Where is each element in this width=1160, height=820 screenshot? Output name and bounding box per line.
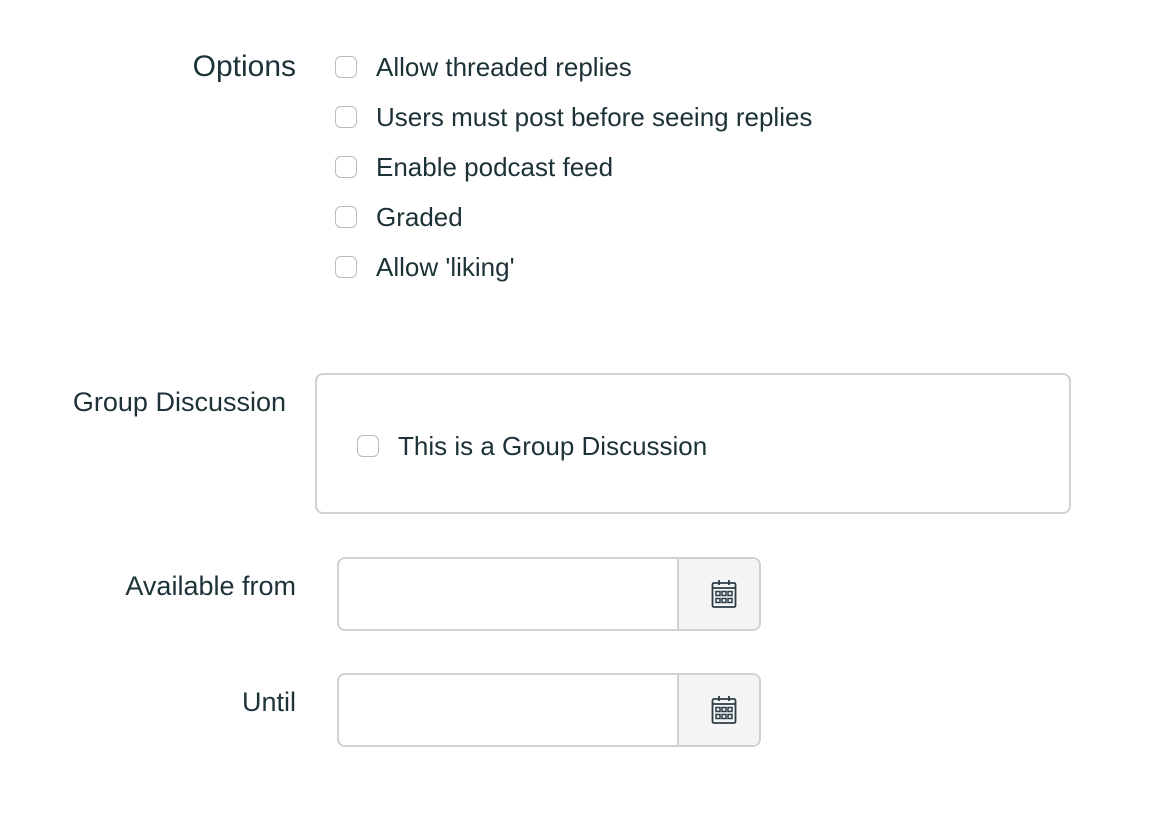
- enable-podcast-feed-checkbox[interactable]: [335, 156, 357, 178]
- option-label: Graded: [376, 201, 463, 232]
- allow-liking-checkbox[interactable]: [335, 256, 357, 278]
- option-allow-threaded-replies[interactable]: Allow threaded replies: [335, 42, 812, 92]
- option-enable-podcast-feed[interactable]: Enable podcast feed: [335, 142, 812, 192]
- calendar-icon: [711, 696, 737, 724]
- option-group-discussion[interactable]: This is a Group Discussion: [357, 421, 707, 471]
- must-post-before-seeing-replies-checkbox[interactable]: [335, 106, 357, 128]
- option-label: Users must post before seeing replies: [376, 101, 813, 132]
- group-discussion-label: Group Discussion: [72, 387, 286, 417]
- option-label: Allow 'liking': [376, 251, 515, 282]
- until-input[interactable]: [339, 675, 677, 745]
- group-discussion-checkbox-label: This is a Group Discussion: [398, 430, 708, 461]
- calendar-icon: [711, 580, 737, 608]
- option-must-post-before-seeing-replies[interactable]: Users must post before seeing replies: [335, 92, 812, 142]
- options-list: Allow threaded replies Users must post b…: [335, 42, 812, 292]
- option-label: Allow threaded replies: [376, 51, 632, 82]
- until-calendar-button[interactable]: [677, 675, 759, 745]
- options-label: Options: [192, 50, 296, 83]
- option-graded[interactable]: Graded: [335, 192, 812, 242]
- graded-checkbox[interactable]: [335, 206, 357, 228]
- available-from-input[interactable]: [339, 559, 677, 629]
- until-label: Until: [241, 687, 296, 717]
- available-from-label: Available from: [125, 571, 296, 601]
- available-from-calendar-button[interactable]: [677, 559, 759, 629]
- option-allow-liking[interactable]: Allow 'liking': [335, 242, 812, 292]
- option-label: Enable podcast feed: [376, 151, 614, 182]
- available-from-field: [337, 557, 761, 631]
- group-discussion-checkbox[interactable]: [357, 435, 379, 457]
- allow-threaded-replies-checkbox[interactable]: [335, 56, 357, 78]
- group-discussion-box: This is a Group Discussion: [315, 373, 1071, 514]
- until-field: [337, 673, 761, 747]
